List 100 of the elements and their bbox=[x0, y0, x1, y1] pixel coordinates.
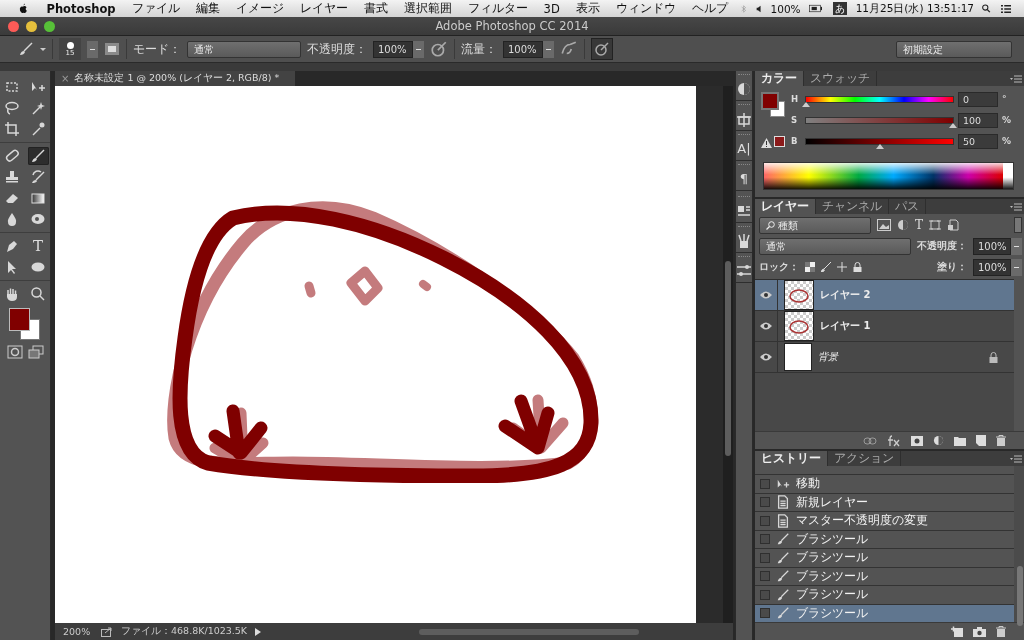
eye-icon[interactable] bbox=[760, 322, 772, 330]
blend-mode-dropdown[interactable]: 通常 bbox=[759, 237, 911, 255]
pressure-icon[interactable] bbox=[430, 40, 448, 58]
caret-icon[interactable] bbox=[543, 40, 554, 58]
character-panel-button[interactable]: A| bbox=[737, 141, 751, 157]
brush-presets-panel-button[interactable] bbox=[736, 233, 752, 249]
panel-tab[interactable]: チャンネル bbox=[816, 199, 889, 214]
history-step[interactable]: ブラシツール bbox=[755, 530, 1014, 549]
mode-dropdown[interactable]: 通常 bbox=[187, 40, 301, 58]
menu-item[interactable]: 表示 bbox=[567, 1, 608, 16]
caret-icon[interactable] bbox=[87, 40, 98, 58]
scrollbar-thumb[interactable] bbox=[419, 628, 640, 635]
scrollbar-thumb[interactable] bbox=[1017, 566, 1023, 626]
image-filter-icon[interactable] bbox=[877, 219, 891, 231]
zoom-button[interactable] bbox=[44, 20, 55, 32]
menu-item[interactable]: レイヤー bbox=[291, 1, 356, 16]
zoom-level[interactable]: 200% bbox=[63, 626, 93, 637]
half-circle-icon[interactable] bbox=[933, 435, 944, 446]
history-step[interactable]: ブラシツール bbox=[755, 549, 1014, 568]
opacity-field[interactable]: 100% bbox=[973, 237, 1011, 255]
layer-name[interactable]: レイヤー 1 bbox=[820, 319, 871, 333]
panel-tab[interactable]: パス bbox=[889, 199, 926, 214]
layer-row[interactable]: レイヤー 1 bbox=[755, 311, 1014, 342]
menu-item[interactable]: ファイル bbox=[123, 1, 188, 16]
link-icon[interactable] bbox=[863, 436, 877, 445]
brush-tool[interactable] bbox=[27, 147, 49, 165]
opacity-field[interactable]: 100% bbox=[373, 40, 413, 58]
fill-field[interactable]: 100% bbox=[973, 258, 1011, 276]
history-step[interactable]: マスター不透明度の変更 bbox=[755, 512, 1014, 531]
brush-panel-icon[interactable] bbox=[104, 42, 120, 56]
history-step[interactable]: 移動 bbox=[755, 475, 1014, 494]
pressure-size-button[interactable] bbox=[591, 38, 613, 60]
eye-icon[interactable] bbox=[760, 353, 772, 361]
eye-icon[interactable] bbox=[760, 291, 772, 299]
caret-icon[interactable] bbox=[413, 40, 424, 58]
panel-tab[interactable]: スウォッチ bbox=[804, 71, 877, 86]
panel-tab[interactable]: ヒストリー bbox=[755, 451, 828, 466]
layer-name[interactable]: レイヤー 2 bbox=[820, 288, 871, 302]
brush-icon[interactable] bbox=[18, 41, 34, 57]
trash-icon[interactable] bbox=[996, 626, 1006, 637]
transform-panel-button[interactable] bbox=[736, 111, 752, 127]
adjust-panel-button[interactable] bbox=[736, 263, 752, 279]
layer-name[interactable]: 背景 bbox=[818, 350, 838, 364]
search-icon[interactable] bbox=[982, 2, 991, 15]
type-filter-button[interactable]: T bbox=[915, 218, 923, 232]
foreground-swatch[interactable] bbox=[761, 92, 779, 110]
quick-mask-icon[interactable] bbox=[6, 345, 23, 359]
paragraph-panel-button[interactable]: ¶ bbox=[739, 171, 749, 187]
gamut-swatch[interactable] bbox=[774, 136, 785, 147]
menu-item[interactable]: 書式 bbox=[355, 1, 396, 16]
history-step[interactable]: ブラシツール bbox=[755, 586, 1014, 605]
menu-item[interactable]: Photoshop bbox=[32, 1, 124, 16]
filter-toggle[interactable] bbox=[1014, 217, 1022, 233]
input-method-indicator[interactable]: あ bbox=[832, 2, 847, 15]
color-spectrum[interactable] bbox=[763, 162, 1014, 190]
shape-filter-icon[interactable] bbox=[929, 219, 941, 231]
document-tab[interactable]: × 名称未設定 1 @ 200% (レイヤー 2, RGB/8) * bbox=[55, 71, 295, 86]
scrollbar-thumb[interactable] bbox=[725, 261, 731, 456]
workspace-dropdown[interactable]: 初期設定 bbox=[896, 40, 1012, 58]
slider-thumb[interactable] bbox=[802, 101, 810, 107]
effects-icon[interactable] bbox=[887, 434, 901, 447]
color-panel-button[interactable] bbox=[736, 81, 752, 97]
value-field[interactable]: 50 bbox=[958, 133, 998, 149]
close-button[interactable] bbox=[8, 20, 19, 32]
minimize-button[interactable] bbox=[26, 20, 37, 32]
menu-item[interactable]: ウィンドウ bbox=[607, 1, 684, 16]
new-document-icon[interactable] bbox=[951, 626, 963, 637]
slider-thumb[interactable] bbox=[875, 143, 884, 149]
speaker-icon[interactable] bbox=[756, 3, 763, 14]
filter-dropdown[interactable]: 種類 bbox=[759, 216, 871, 234]
value-field[interactable]: 100 bbox=[958, 112, 998, 128]
play-icon[interactable] bbox=[255, 627, 262, 636]
apple-logo-icon[interactable] bbox=[19, 1, 28, 16]
flow-field[interactable]: 100% bbox=[503, 40, 543, 58]
smart-object-icon[interactable] bbox=[947, 219, 959, 231]
screen-mode-icon[interactable] bbox=[27, 345, 44, 359]
new-layer-icon[interactable] bbox=[976, 435, 986, 446]
foreground-swatch[interactable] bbox=[9, 308, 30, 331]
history-step[interactable]: ブラシツール bbox=[755, 567, 1014, 586]
panel-menu-icon[interactable] bbox=[1010, 454, 1022, 463]
half-circle-icon[interactable] bbox=[897, 219, 909, 231]
menu-item[interactable]: イメージ bbox=[227, 1, 292, 16]
menubar-clock[interactable]: 11月25日(水) 13:51:17 bbox=[852, 1, 978, 16]
caret-icon[interactable] bbox=[1011, 258, 1022, 276]
background-swatch[interactable] bbox=[20, 319, 40, 340]
background-swatch[interactable] bbox=[770, 101, 785, 117]
mask-icon[interactable] bbox=[911, 435, 923, 446]
menu-item[interactable]: 編集 bbox=[187, 1, 228, 16]
panel-tab[interactable]: アクション bbox=[828, 451, 901, 466]
lock-icon[interactable] bbox=[853, 262, 862, 272]
layer-row[interactable]: 背景 bbox=[755, 342, 1014, 373]
panel-tab[interactable]: レイヤー bbox=[755, 199, 816, 214]
panel-menu-icon[interactable] bbox=[1010, 74, 1022, 83]
value-field[interactable]: 0 bbox=[958, 91, 998, 107]
warning-icon[interactable] bbox=[761, 138, 772, 148]
battery-icon[interactable] bbox=[808, 3, 822, 14]
layer-row[interactable]: レイヤー 2 bbox=[755, 280, 1014, 311]
menu-item[interactable]: 選択範囲 bbox=[395, 1, 460, 16]
type-tool[interactable]: T bbox=[27, 237, 49, 255]
checker-lock-icon[interactable] bbox=[805, 262, 815, 272]
